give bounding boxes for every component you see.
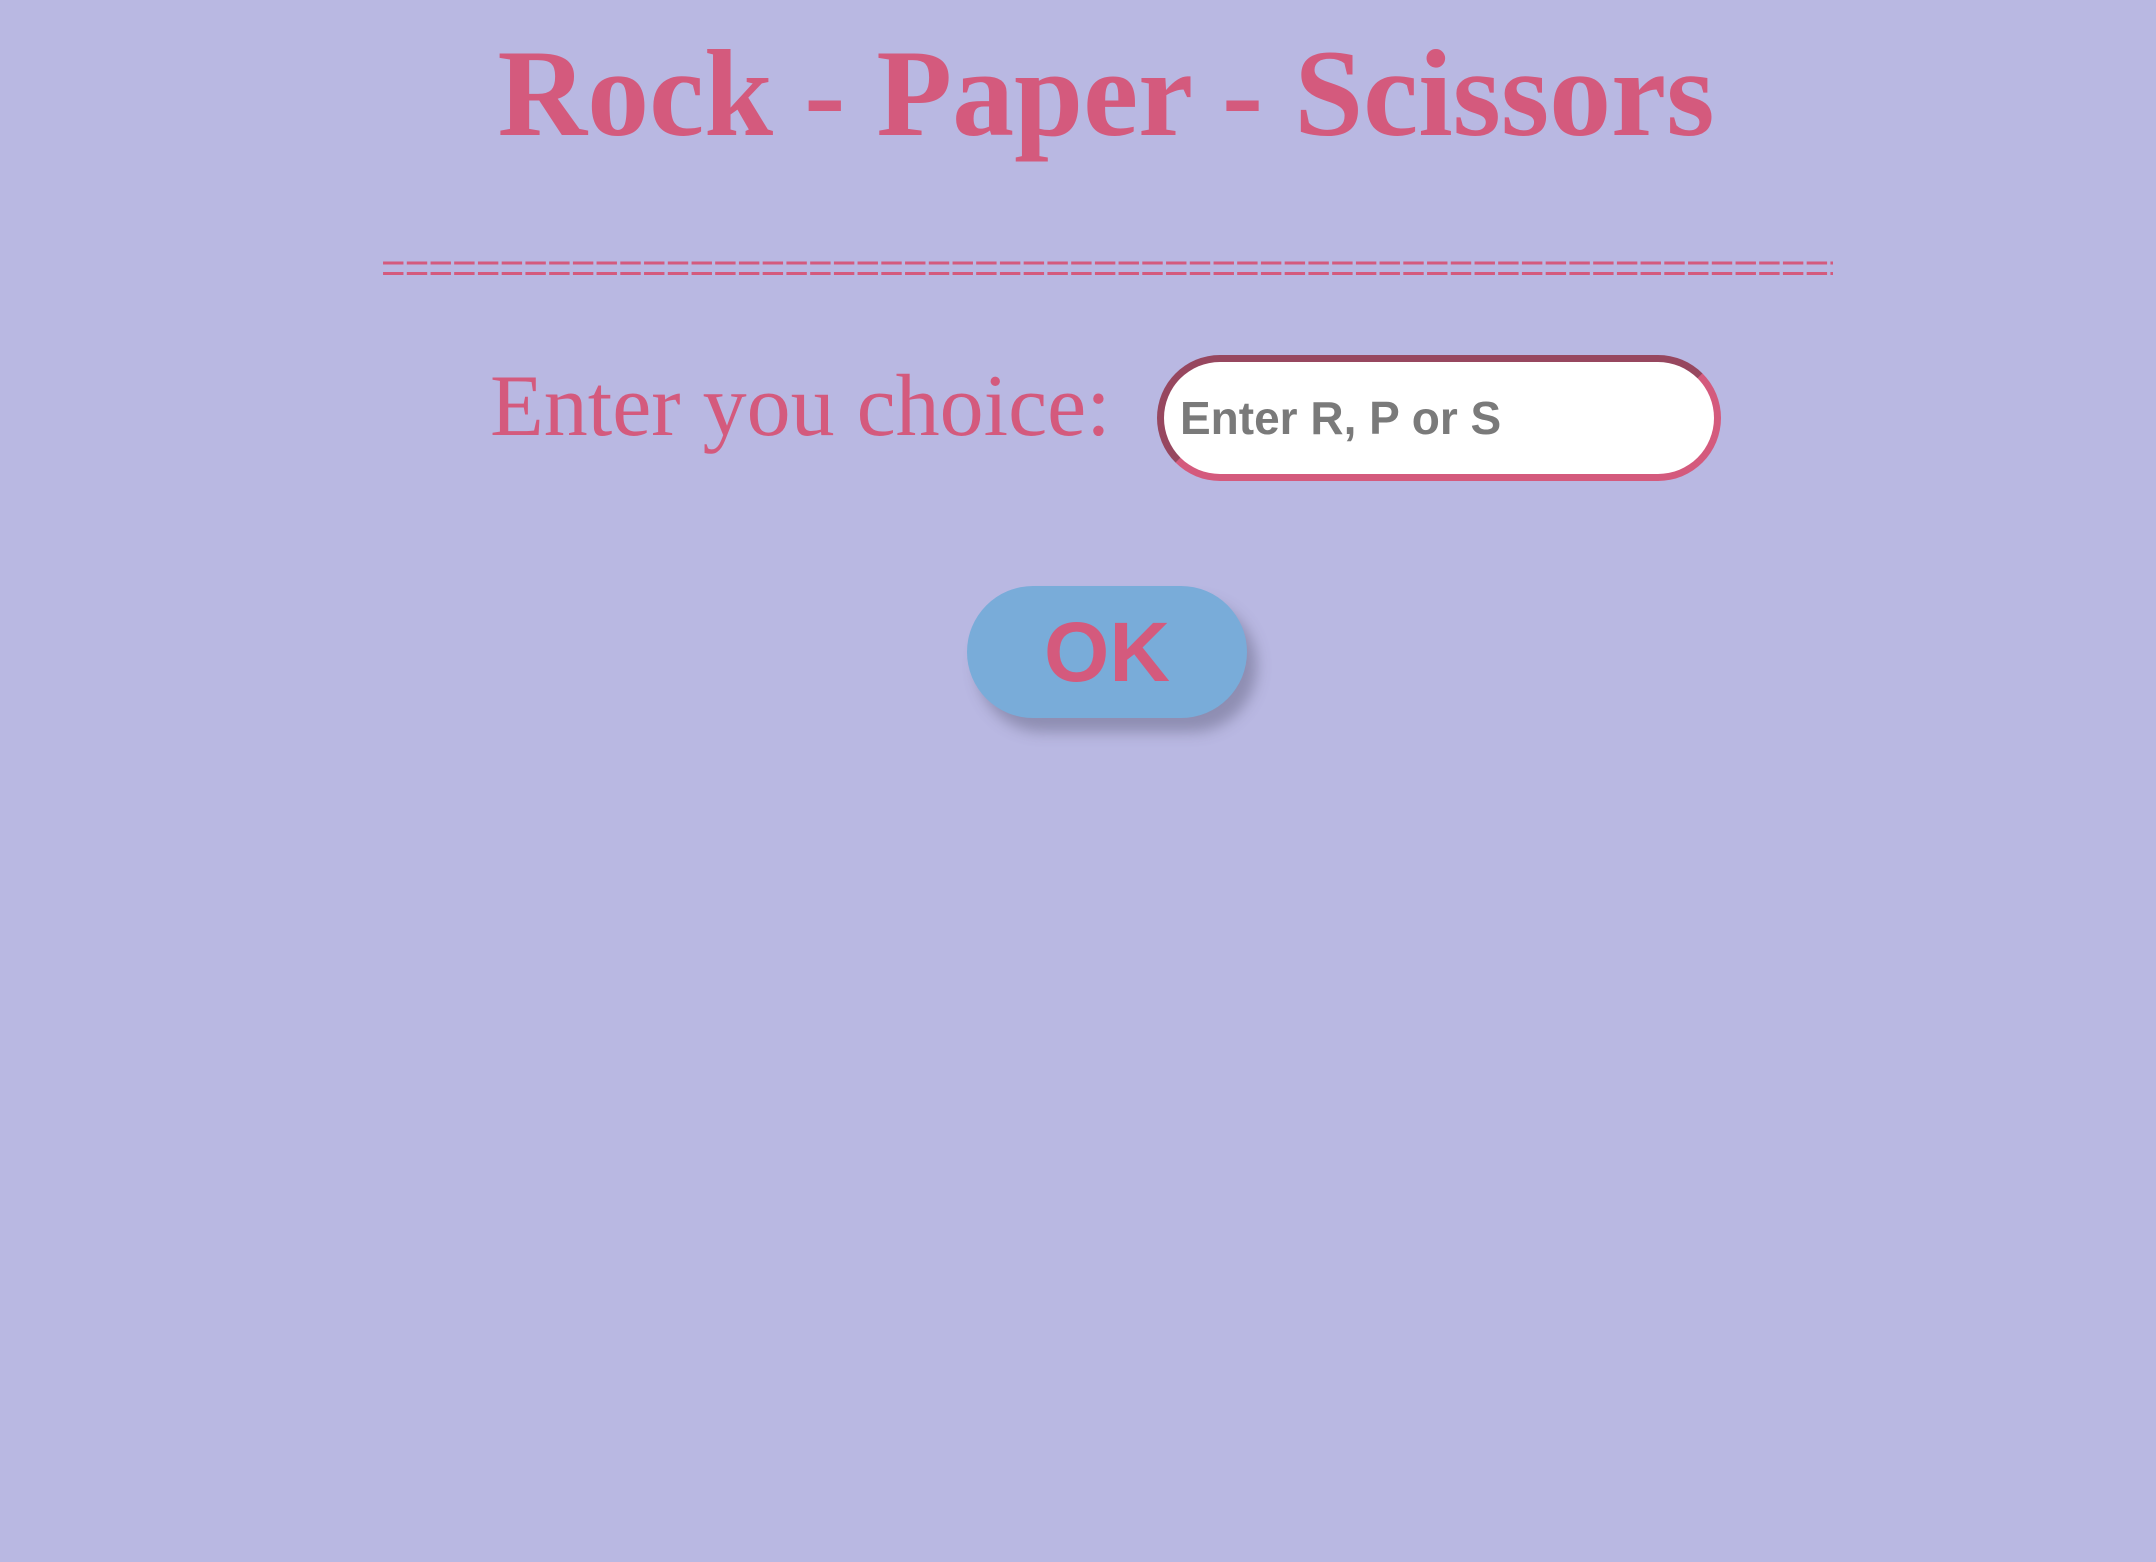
choice-label: Enter you choice:	[490, 358, 1111, 455]
page-title: Rock - Paper - Scissors	[497, 25, 1715, 162]
game-page: Rock - Paper - Scissors ================…	[0, 0, 2156, 1562]
title-divider: ========================================…	[381, 244, 1833, 291]
choice-input[interactable]	[1157, 355, 1721, 481]
ok-button[interactable]: OK	[967, 586, 1247, 718]
